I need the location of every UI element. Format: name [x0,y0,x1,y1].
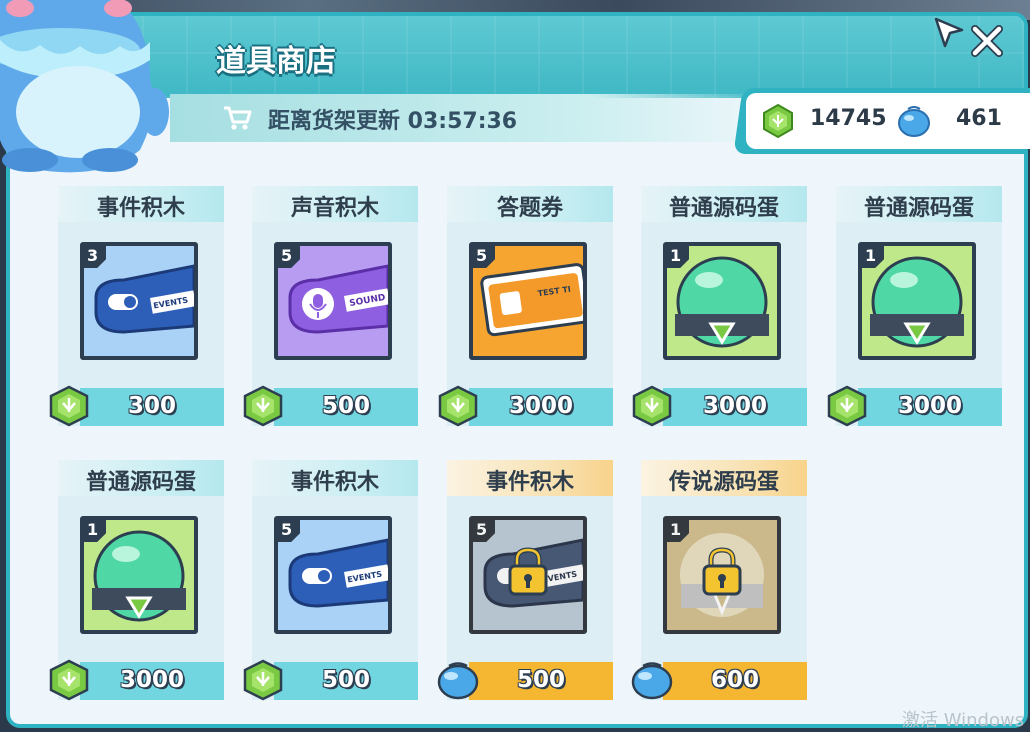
item-name: 声音积木 [290,196,379,221]
lock-icon [702,547,742,596]
item-name: 普通源码蛋 [863,196,974,221]
item-name-bar: 事件积木 [447,460,613,496]
gem-icon [827,385,867,427]
item-thumbnail[interactable]: 1 [858,242,976,360]
shop-item-card[interactable]: 普通源码蛋 1 3000 [632,186,807,427]
item-name: 传说源码蛋 [668,470,779,495]
item-thumbnail[interactable]: TEST TI 5 [469,242,587,360]
item-price: 3000 [702,393,767,419]
item-name-bar: 传说源码蛋 [641,460,807,496]
gem-icon [243,659,283,701]
item-price-bar[interactable]: 3000 [663,388,807,426]
item-name-bar: 答题券 [447,186,613,222]
shop-item-card[interactable]: 声音积木 SOUND 5 500 [243,186,418,427]
item-price-bar[interactable]: 500 [274,662,418,700]
item-name: 事件积木 [485,470,574,495]
mascot-character [0,0,169,173]
item-thumbnail[interactable]: EVENTS 5 [274,516,392,634]
shop-title: 道具商店 [216,44,336,79]
gem-balance: 14745 [810,106,887,131]
close-button[interactable] [970,24,1004,58]
item-price: 500 [516,667,565,693]
item-thumbnail[interactable]: EVENTS 3 [80,242,198,360]
item-name-bar: 普通源码蛋 [58,460,224,496]
cursor-icon [934,17,964,48]
item-price: 600 [710,667,759,693]
shop-item-card[interactable]: 事件积木 EVENTS 3 300 [49,186,224,427]
item-price: 500 [321,393,370,419]
gem-icon [49,385,89,427]
shop-item-card[interactable]: 事件积木 EVENTS 5 500 [243,460,418,701]
shop-item-card[interactable]: 答题券 TEST TI 5 3000 [438,186,613,427]
item-price: 3000 [897,393,962,419]
shop-item-card[interactable]: 普通源码蛋 1 3000 [49,460,224,701]
gem-icon [763,103,793,139]
shop-item-card[interactable]: 事件积木 EVENTS 5 500 [437,460,613,700]
blue-orb-balance: 461 [956,106,1002,131]
item-price-bar[interactable]: 300 [80,388,224,426]
item-price-bar[interactable]: 500 [274,388,418,426]
item-name-bar: 事件积木 [58,186,224,222]
blue-orb-icon [898,106,930,137]
item-name: 普通源码蛋 [668,196,779,221]
item-price: 500 [321,667,370,693]
item-price: 3000 [508,393,573,419]
item-name: 答题券 [496,196,563,221]
restock-timer-bar: 距离货架更新 03:57:36 [170,94,770,142]
item-name: 事件积木 [290,470,379,495]
currency-panel: 14745 461 [746,93,1030,149]
lock-icon [508,547,548,596]
item-thumbnail[interactable]: 1 [663,242,781,360]
item-price: 3000 [119,667,184,693]
blue-orb-icon [437,662,479,700]
item-price-bar[interactable]: 3000 [469,388,613,426]
item-name-bar: 声音积木 [252,186,418,222]
blue-orb-icon [631,662,673,700]
item-name-bar: 事件积木 [252,460,418,496]
gem-icon [438,385,478,427]
item-thumbnail[interactable]: 1 [80,516,198,634]
shop-item-card[interactable]: 传说源码蛋 1 600 [631,460,807,700]
item-price-bar[interactable]: 3000 [858,388,1002,426]
item-price-bar[interactable]: 600 [663,662,807,700]
gem-icon [243,385,283,427]
item-name: 普通源码蛋 [85,470,196,495]
item-name-bar: 普通源码蛋 [836,186,1002,222]
item-name-bar: 普通源码蛋 [641,186,807,222]
windows-activation-watermark: 激活 Windows [902,710,1025,731]
cart-icon [224,106,252,130]
gem-icon [632,385,672,427]
item-price-bar[interactable]: 3000 [80,662,224,700]
item-name: 事件积木 [96,196,185,221]
restock-timer-text: 距离货架更新 03:57:36 [268,109,518,134]
shop-item-card[interactable]: 普通源码蛋 1 3000 [827,186,1002,427]
gem-icon [49,659,89,701]
item-price-bar[interactable]: 500 [469,662,613,700]
item-price: 300 [127,393,176,419]
item-thumbnail[interactable]: SOUND 5 [274,242,392,360]
